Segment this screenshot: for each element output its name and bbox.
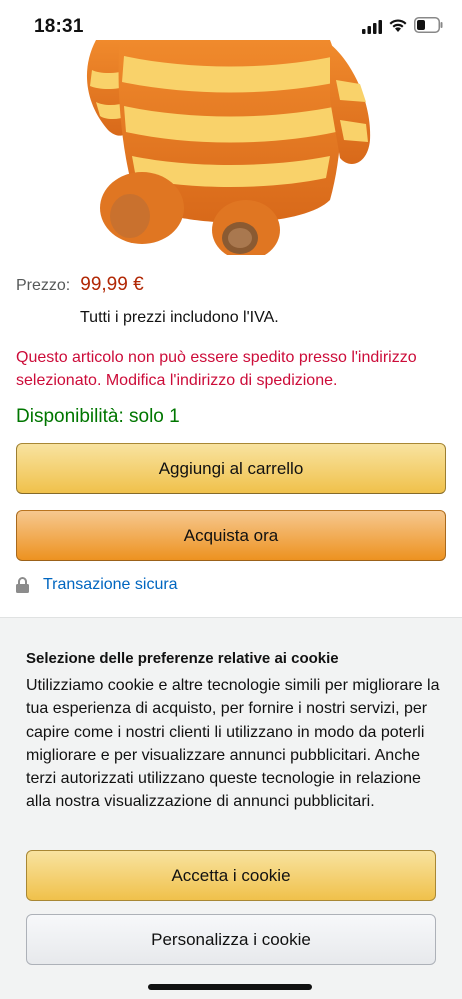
teddy-bear-image bbox=[86, 40, 371, 255]
secure-transaction-link[interactable]: Transazione sicura bbox=[43, 576, 178, 594]
home-indicator[interactable] bbox=[148, 984, 312, 990]
price-value: 99,99 € bbox=[80, 274, 144, 295]
battery-icon bbox=[414, 17, 443, 33]
price-label: Prezzo: bbox=[16, 277, 71, 294]
customize-cookies-button[interactable]: Personalizza i cookie bbox=[26, 914, 436, 965]
lock-icon bbox=[16, 577, 29, 593]
availability-status: Disponibilità: solo 1 bbox=[16, 406, 180, 427]
cookie-banner-title: Selezione delle preferenze relative ai c… bbox=[26, 650, 339, 667]
accept-cookies-button[interactable]: Accetta i cookie bbox=[26, 850, 436, 901]
wifi-icon bbox=[389, 19, 407, 32]
secure-transaction-row[interactable]: Transazione sicura bbox=[16, 576, 178, 594]
buy-now-button[interactable]: Acquista ora bbox=[16, 510, 446, 561]
vat-note: Tutti i prezzi includono l'IVA. bbox=[80, 309, 279, 326]
cookie-banner: Selezione delle preferenze relative ai c… bbox=[0, 617, 462, 999]
shipping-warning: Questo articolo non può essere spedito p… bbox=[16, 349, 417, 389]
status-time: 18:31 bbox=[34, 16, 84, 37]
product-image[interactable] bbox=[0, 40, 462, 255]
add-to-cart-button[interactable]: Aggiungi al carrello bbox=[16, 443, 446, 494]
cookie-banner-text: Utilizziamo cookie e altre tecnologie si… bbox=[26, 677, 440, 811]
price-row: Prezzo: 99,99 € bbox=[16, 274, 144, 296]
signal-icon bbox=[362, 20, 382, 34]
